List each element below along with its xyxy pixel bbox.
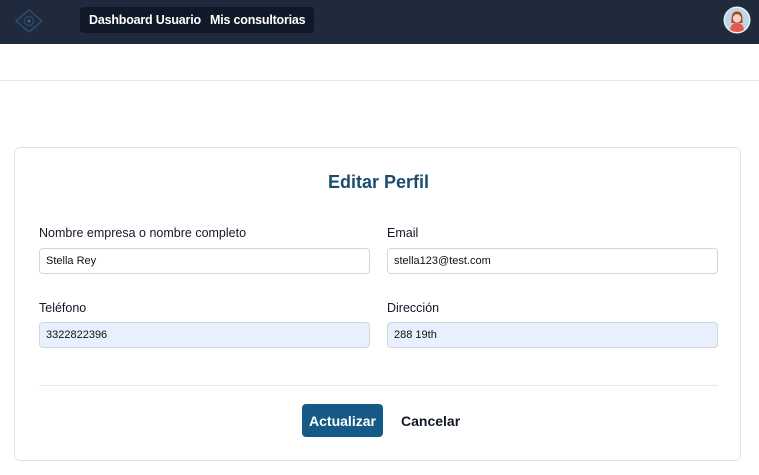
- form-divider: [39, 385, 718, 386]
- company-logo-icon[interactable]: [12, 7, 46, 35]
- email-label: Email: [387, 226, 419, 240]
- page-title: Editar Perfil: [327, 172, 430, 192]
- cancel-button[interactable]: Cancelar: [395, 404, 466, 437]
- phone-field[interactable]: [39, 322, 370, 348]
- address-label: Dirección: [387, 301, 440, 315]
- nav-dashboard-usuario[interactable]: Dashboard Usuario: [80, 7, 210, 33]
- name-field[interactable]: [39, 248, 370, 274]
- header-divider: [0, 80, 759, 81]
- address-field[interactable]: [387, 322, 718, 348]
- name-label: Nombre empresa o nombre completo: [39, 226, 247, 240]
- phone-label: Teléfono: [39, 301, 87, 315]
- nav-mis-consultorias[interactable]: Mis consultorias: [201, 7, 315, 33]
- update-button[interactable]: Actualizar: [302, 404, 383, 437]
- user-avatar-icon[interactable]: [725, 8, 749, 32]
- top-navbar: Dashboard Usuario Mis consultorias: [0, 0, 759, 44]
- email-field[interactable]: [387, 248, 718, 274]
